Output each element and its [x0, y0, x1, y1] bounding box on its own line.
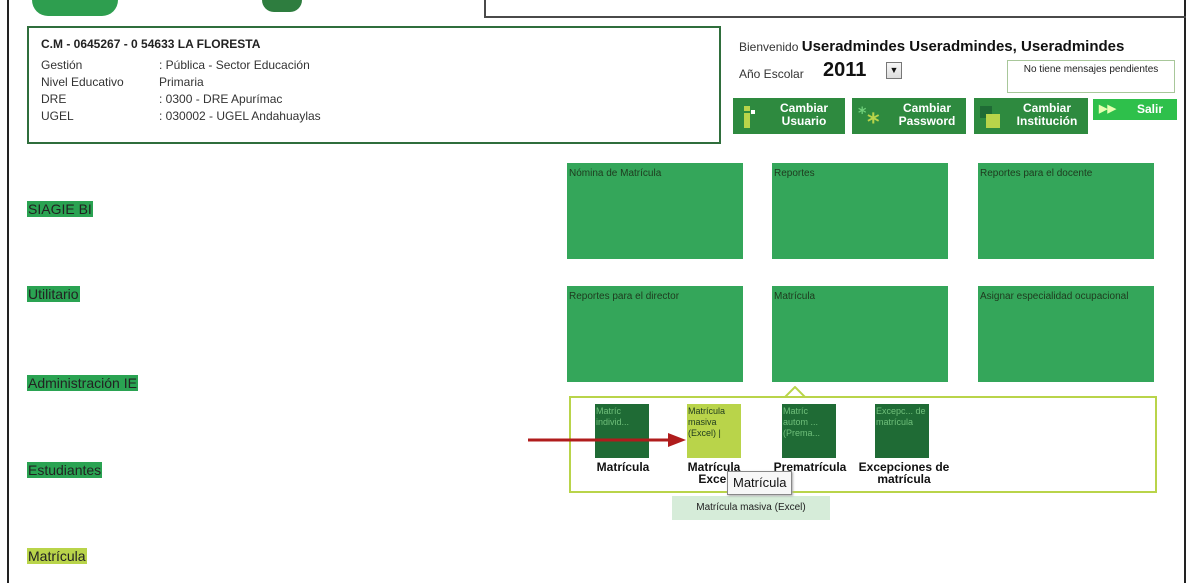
sub-label-matricula[interactable]: Matrícula — [589, 461, 657, 473]
tile-nomina-matricula[interactable]: Nómina de Matrícula — [567, 163, 743, 259]
svg-text:*: * — [858, 104, 867, 122]
asterisk-icon: * * — [858, 104, 880, 130]
tile-reportes[interactable]: Reportes — [772, 163, 948, 259]
salir-label: Salir — [1137, 102, 1164, 116]
welcome-prefix: Bienvenido — [739, 40, 799, 54]
tile-reportes-director[interactable]: Reportes para el director — [567, 286, 743, 382]
tooltip-matricula: Matrícula — [727, 471, 793, 495]
user-name: Useradmindes Useradmindes, Useradmindes — [801, 38, 1125, 55]
institution-title: C.M - 0645267 - 0 54633 LA FLORESTA — [41, 37, 261, 51]
menu-item-administracion-ie[interactable]: Administración IE — [27, 375, 138, 391]
menu-item-utilitario[interactable]: Utilitario — [27, 286, 80, 302]
cambiar-password-line2: Password — [898, 114, 956, 128]
tile-reportes-docente[interactable]: Reportes para el docente — [978, 163, 1154, 259]
gestion-value: : Pública - Sector Educación — [159, 58, 310, 72]
menu-item-estudiantes[interactable]: Estudiantes — [27, 462, 103, 478]
fast-forward-icon: ▶▶ — [1099, 103, 1116, 115]
cambiar-usuario-line2: Usuario — [781, 114, 827, 128]
tile-asignar-especialidad[interactable]: Asignar especialidad ocupacional — [978, 286, 1154, 382]
sub-tile-matricula-masiva[interactable]: Matrícula masiva (Excel) | — [687, 404, 741, 458]
top-tab-fragment — [32, 0, 118, 16]
tooltip-matricula-masiva: Matrícula masiva (Excel) — [672, 496, 830, 520]
dre-value: : 0300 - DRE Apurímac — [159, 92, 283, 106]
year-label: Año Escolar — [739, 67, 804, 81]
sub-label-excepciones[interactable]: Excepciones de matrícula — [858, 461, 950, 485]
ugel-value: : 030002 - UGEL Andahuaylas — [159, 109, 321, 123]
svg-text:*: * — [867, 108, 880, 130]
menu-item-matricula[interactable]: Matrícula — [27, 548, 87, 564]
ugel-label: UGEL — [41, 109, 74, 123]
annotation-arrow-icon — [528, 433, 686, 447]
tile-matricula[interactable]: Matrícula — [772, 286, 948, 382]
nivel-value: Primaria — [159, 75, 204, 89]
sub-tile-excepciones[interactable]: Excepc... de matrícula — [875, 404, 929, 458]
sub-tile-matricula-automatica[interactable]: Matríc autom ... (Prema... — [782, 404, 836, 458]
year-value[interactable]: 2011 — [823, 59, 866, 82]
cambiar-usuario-button[interactable]: Cambiar Usuario — [733, 98, 845, 134]
user-info-icon — [744, 106, 755, 128]
salir-button[interactable]: ▶▶ Salir — [1093, 99, 1177, 120]
institution-info-box: C.M - 0645267 - 0 54633 LA FLORESTA Gest… — [27, 26, 721, 144]
cambiar-institucion-button[interactable]: Cambiar Institución — [974, 98, 1088, 134]
cambiar-password-button[interactable]: * * Cambiar Password — [852, 98, 966, 134]
menu-item-siagie-bi[interactable]: SIAGIE BI — [27, 201, 93, 217]
year-dropdown-button[interactable]: ▼ — [886, 62, 902, 79]
chevron-down-icon: ▼ — [889, 65, 899, 75]
welcome-text: Bienvenido Useradmindes Useradmindes, Us… — [739, 38, 1124, 55]
dre-label: DRE — [41, 92, 67, 106]
top-panel-fragment — [484, 0, 1186, 18]
cambiar-institucion-line2: Institución — [1016, 114, 1078, 128]
nivel-label: Nivel Educativo — [41, 75, 124, 89]
top-tab-fragment-2 — [262, 0, 302, 12]
gestion-label: Gestión — [41, 58, 83, 72]
messages-box: No tiene mensajes pendientes — [1007, 60, 1175, 93]
institution-icon — [980, 106, 1000, 128]
